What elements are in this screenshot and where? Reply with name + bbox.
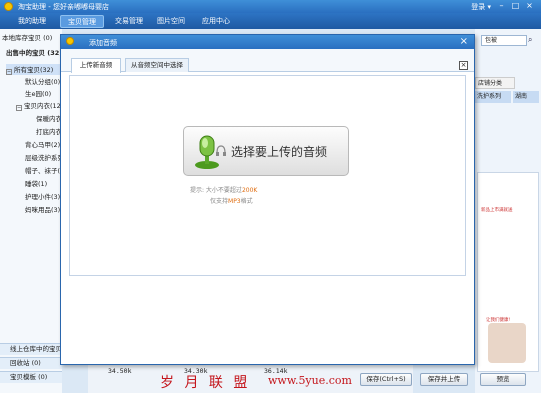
- table-cell: 湖南: [513, 91, 539, 103]
- baby-photo: [488, 323, 526, 363]
- on-sale-header[interactable]: 出售中的宝贝 (32): [6, 47, 62, 57]
- column-header-store-category[interactable]: 店铺分类: [475, 77, 515, 89]
- tab-my-assistant[interactable]: 我的助理: [12, 15, 52, 28]
- hint-size: 200K: [241, 187, 258, 194]
- tab-item-management[interactable]: 宝贝管理: [60, 15, 104, 28]
- tree-item[interactable]: 打底内衣: [36, 126, 62, 136]
- tree-item[interactable]: 默认分组(0): [25, 76, 60, 86]
- tree-item[interactable]: 护理小件(3): [25, 191, 60, 201]
- left-sidebar: 本地库存宝贝 (0) 出售中的宝贝 (32) − 所有宝贝(32) 默认分组(0)…: [0, 29, 67, 393]
- item-size: 34.50k: [108, 367, 132, 375]
- maximize-icon[interactable]: □: [510, 1, 521, 11]
- upload-area: 选择要上传的音频 提示: 大小不要超过200K 仅支持MP3格式: [69, 75, 466, 276]
- recycle-bin-link[interactable]: 回收站 (0): [0, 357, 62, 369]
- ad-text: 新品上市满就送: [481, 208, 513, 213]
- login-menu[interactable]: 登录 ▾: [471, 2, 491, 12]
- tree-item[interactable]: 生e园(0): [25, 88, 51, 98]
- preview-button[interactable]: 预览: [480, 373, 526, 386]
- tree-item-all[interactable]: − 所有宝贝(32): [6, 64, 60, 75]
- tree-item[interactable]: 妈咪用品(3): [25, 204, 60, 214]
- save-upload-button[interactable]: 保存并上传: [420, 373, 468, 386]
- dialog-title: 添加音频: [89, 39, 117, 47]
- tree-item[interactable]: − 宝贝内衣(12): [16, 100, 63, 111]
- tree-item-label: 宝贝内衣(12): [24, 102, 64, 110]
- tree-item-label: 所有宝贝(32): [14, 66, 54, 74]
- tab-image-space[interactable]: 图片空间: [155, 15, 187, 28]
- hint-text: 仅支持: [210, 198, 229, 205]
- ad-panel: 新品上市满就送 让我们健康!: [477, 172, 539, 372]
- tab-upload-new-audio[interactable]: 上传新音频: [71, 58, 121, 73]
- tree-item[interactable]: 层级洗护系列: [25, 152, 64, 162]
- tab-app-center[interactable]: 应用中心: [200, 15, 232, 28]
- add-audio-dialog: 添加音频 × 上传新音频 从音频空间中选择 × 选择要上传的音频 提示: 大小不…: [60, 34, 475, 365]
- right-panel: 包被 ⌕ 店铺分类 洗护系列 湖南 新品上市满就送 让我们健康!: [475, 29, 541, 393]
- headphones-icon: [216, 145, 226, 156]
- hint-format: MP3: [228, 198, 241, 205]
- upload-button-label: 选择要上传的音频: [231, 145, 328, 159]
- online-warehouse-link[interactable]: 线上仓库中的宝贝: [0, 343, 62, 355]
- local-items-link[interactable]: 本地库存宝贝 (0): [2, 32, 52, 42]
- app-title-bar: 淘宝助理 - 您好亲嘟嘟母婴店 登录 ▾ – □ ×: [0, 0, 541, 13]
- tree-item[interactable]: 睡袋(1): [25, 178, 47, 188]
- watermark-text: 岁 月 联 盟: [160, 375, 251, 391]
- collapse-icon[interactable]: −: [6, 69, 12, 75]
- hint-text: 提示: 大小不要超过: [190, 187, 242, 194]
- dialog-title-bar: 添加音频 ×: [61, 35, 474, 49]
- tab-select-from-audio-space[interactable]: 从音频空间中选择: [125, 58, 189, 72]
- tree-item[interactable]: 背心马甲(2): [25, 139, 60, 149]
- close-icon[interactable]: ×: [524, 1, 535, 11]
- dialog-tabs: 上传新音频 从音频空间中选择 ×: [61, 49, 474, 73]
- main-nav: 我的助理 宝贝管理 交易管理 图片空间 应用中心: [0, 13, 541, 29]
- save-button[interactable]: 保存(Ctrl+S): [360, 373, 412, 386]
- select-audio-upload-button[interactable]: 选择要上传的音频: [183, 126, 349, 176]
- taobao-logo-icon: [4, 2, 13, 11]
- size-hint: 提示: 大小不要超过200K: [190, 185, 257, 194]
- table-cell: 洗护系列: [475, 91, 511, 103]
- dialog-close-icon[interactable]: ×: [460, 36, 468, 47]
- minimize-icon[interactable]: –: [496, 1, 507, 11]
- format-hint: 仅支持MP3格式: [210, 196, 253, 205]
- item-template-link[interactable]: 宝贝模板 (0): [0, 371, 62, 383]
- search-icon[interactable]: ⌕: [528, 35, 532, 45]
- taobao-logo-icon: [66, 37, 74, 45]
- app-title: 淘宝助理 - 您好亲嘟嘟母婴店: [18, 3, 109, 11]
- search-input[interactable]: 包被: [481, 35, 527, 46]
- watermark-url: www.5yue.com: [268, 374, 352, 387]
- panel-close-icon[interactable]: ×: [459, 61, 468, 70]
- collapse-icon[interactable]: −: [16, 105, 22, 111]
- tab-trade-management[interactable]: 交易管理: [109, 15, 149, 28]
- hint-text: 格式: [240, 198, 253, 205]
- tree-item[interactable]: 保暖内衣: [36, 113, 62, 123]
